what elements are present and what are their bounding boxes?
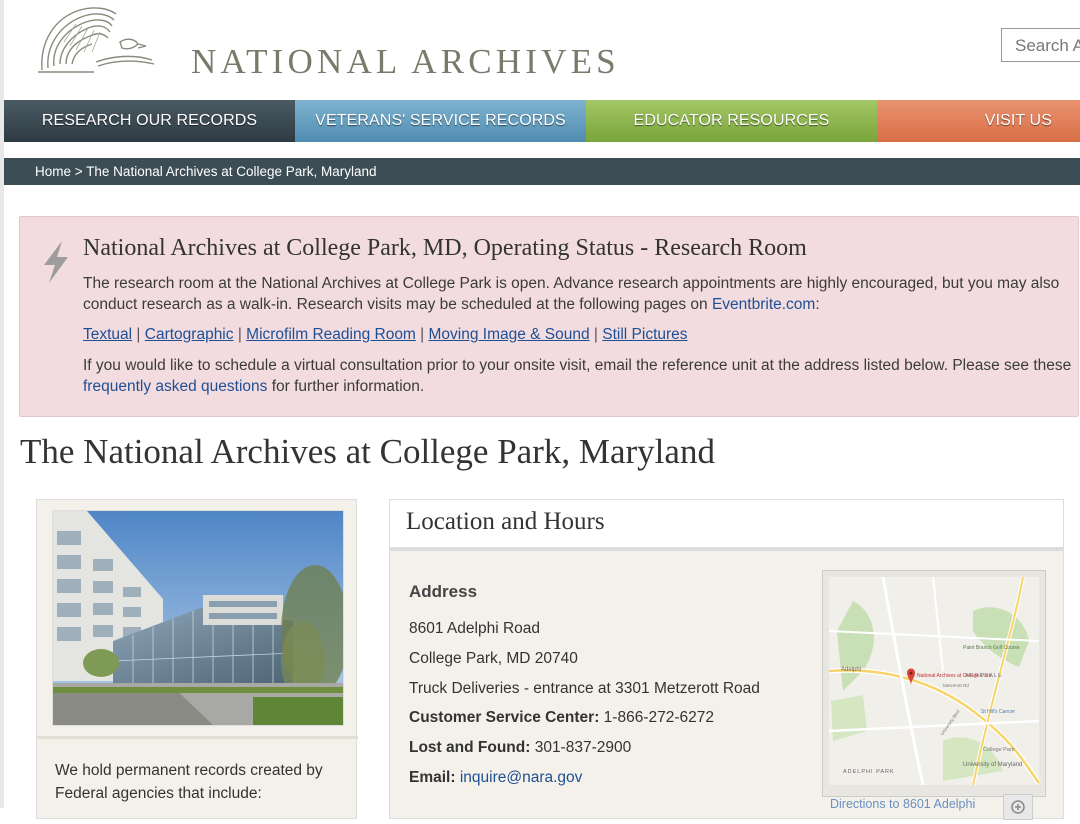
breadcrumb-current: The National Archives at College Park, M…	[86, 164, 377, 179]
records-card: We hold permanent records created by Fed…	[36, 499, 358, 819]
national-archives-logo[interactable]: NATIONAL ARCHIVES	[34, 2, 616, 92]
link-separator: |	[589, 326, 603, 343]
map-label-adelphi-park: ADELPHI PARK	[843, 769, 895, 775]
map-label-road: Metzerott Rd	[943, 683, 969, 688]
location-heading: Location and Hours	[406, 508, 605, 535]
alert-p1-end: :	[815, 296, 820, 313]
alert-p3-end: for further information.	[267, 378, 425, 395]
alert-paragraph-virtual-consultation: If you would like to schedule a virtual …	[83, 355, 1073, 397]
directions-link[interactable]: Directions to 8601 Adelphi	[830, 797, 975, 811]
nav-visit-us[interactable]: VISIT US	[877, 100, 1080, 142]
operating-status-alert: National Archives at College Park, MD, O…	[19, 216, 1079, 417]
card-divider	[37, 736, 358, 739]
microfilm-reading-room-link[interactable]: Microfilm Reading Room	[246, 326, 416, 343]
zoom-icon	[1011, 800, 1025, 814]
location-card-header: Location and Hours	[390, 500, 1063, 551]
link-separator: |	[233, 326, 247, 343]
breadcrumb-home-link[interactable]: Home	[35, 164, 71, 179]
customer-service-center: Customer Service Center: 1-866-272-6272	[409, 709, 714, 727]
location-map[interactable]: National Archives at College Park Adelph…	[822, 570, 1046, 797]
email-label: Email:	[409, 769, 456, 786]
map-label-adelphi: Adelphi	[841, 667, 861, 673]
eventbrite-link[interactable]: Eventbrite.com	[712, 296, 815, 313]
still-pictures-link[interactable]: Still Pictures	[602, 326, 687, 343]
map-label-acredale: ACREDALE	[965, 673, 1003, 679]
csc-label: Customer Service Center:	[409, 709, 600, 726]
nav-veterans-service-records[interactable]: VETERANS' SERVICE RECORDS	[295, 100, 586, 142]
email-line: Email: inquire@nara.gov	[409, 769, 582, 787]
map-label-poi: St Hill's Cancer	[981, 709, 1015, 715]
link-separator: |	[132, 326, 145, 343]
records-description: We hold permanent records created by Fed…	[55, 762, 323, 802]
lost-found-label: Lost and Found:	[409, 739, 531, 756]
lost-found-phone: 301-837-2900	[530, 739, 632, 756]
lost-and-found: Lost and Found: 301-837-2900	[409, 739, 631, 757]
csc-phone: 1-866-272-6272	[599, 709, 714, 726]
email-link[interactable]: inquire@nara.gov	[460, 769, 583, 786]
logo-wordmark: NATIONAL ARCHIVES	[191, 42, 620, 81]
main-nav: RESEARCH OUR RECORDS VETERANS' SERVICE R…	[4, 100, 1080, 142]
building-photo	[52, 510, 349, 726]
map-label-university: University of Maryland	[963, 762, 1022, 768]
eagle-logo-icon	[38, 7, 155, 73]
nav-educator-resources[interactable]: EDUCATOR RESOURCES	[586, 100, 877, 142]
college-park-building-image	[53, 511, 349, 725]
address-city: College Park, MD 20740	[409, 650, 578, 667]
location-and-hours-card: Location and Hours Address 8601 Adelphi …	[389, 499, 1064, 820]
alert-paragraph-research-room: The research room at the National Archiv…	[83, 273, 1073, 315]
link-separator: |	[415, 326, 429, 343]
map-zoom-button[interactable]	[1003, 794, 1033, 820]
alert-unit-links: Textual | Cartographic | Microfilm Readi…	[83, 324, 1073, 345]
address-label: Address	[409, 582, 478, 601]
nav-research-our-records[interactable]: RESEARCH OUR RECORDS	[4, 100, 295, 142]
search-input[interactable]: Search Archives	[1001, 28, 1080, 62]
alert-p3-text: If you would like to schedule a virtual …	[83, 357, 1072, 374]
breadcrumb: Home > The National Archives at College …	[4, 158, 1080, 185]
alert-p1-text: The research room at the National Archiv…	[83, 275, 1060, 313]
textual-link[interactable]: Textual	[83, 326, 132, 343]
lightning-bolt-icon	[44, 241, 68, 283]
map-label-college-park: College Park	[983, 747, 1015, 753]
address-street: 8601 Adelphi Road	[409, 620, 541, 637]
google-map-image: National Archives at College Park Adelph…	[823, 571, 1045, 796]
faq-link[interactable]: frequently asked questions	[83, 378, 267, 395]
site-header: NATIONAL ARCHIVES Search Archives	[0, 0, 1080, 100]
moving-image-sound-link[interactable]: Moving Image & Sound	[429, 326, 590, 343]
page-title: The National Archives at College Park, M…	[20, 432, 715, 471]
breadcrumb-separator: >	[71, 164, 87, 179]
alert-title: National Archives at College Park, MD, O…	[83, 235, 807, 261]
truck-deliveries: Truck Deliveries - entrance at 3301 Metz…	[409, 680, 760, 697]
cartographic-link[interactable]: Cartographic	[145, 326, 234, 343]
map-label-golf-course: Paint Branch Golf Course	[963, 645, 1020, 651]
